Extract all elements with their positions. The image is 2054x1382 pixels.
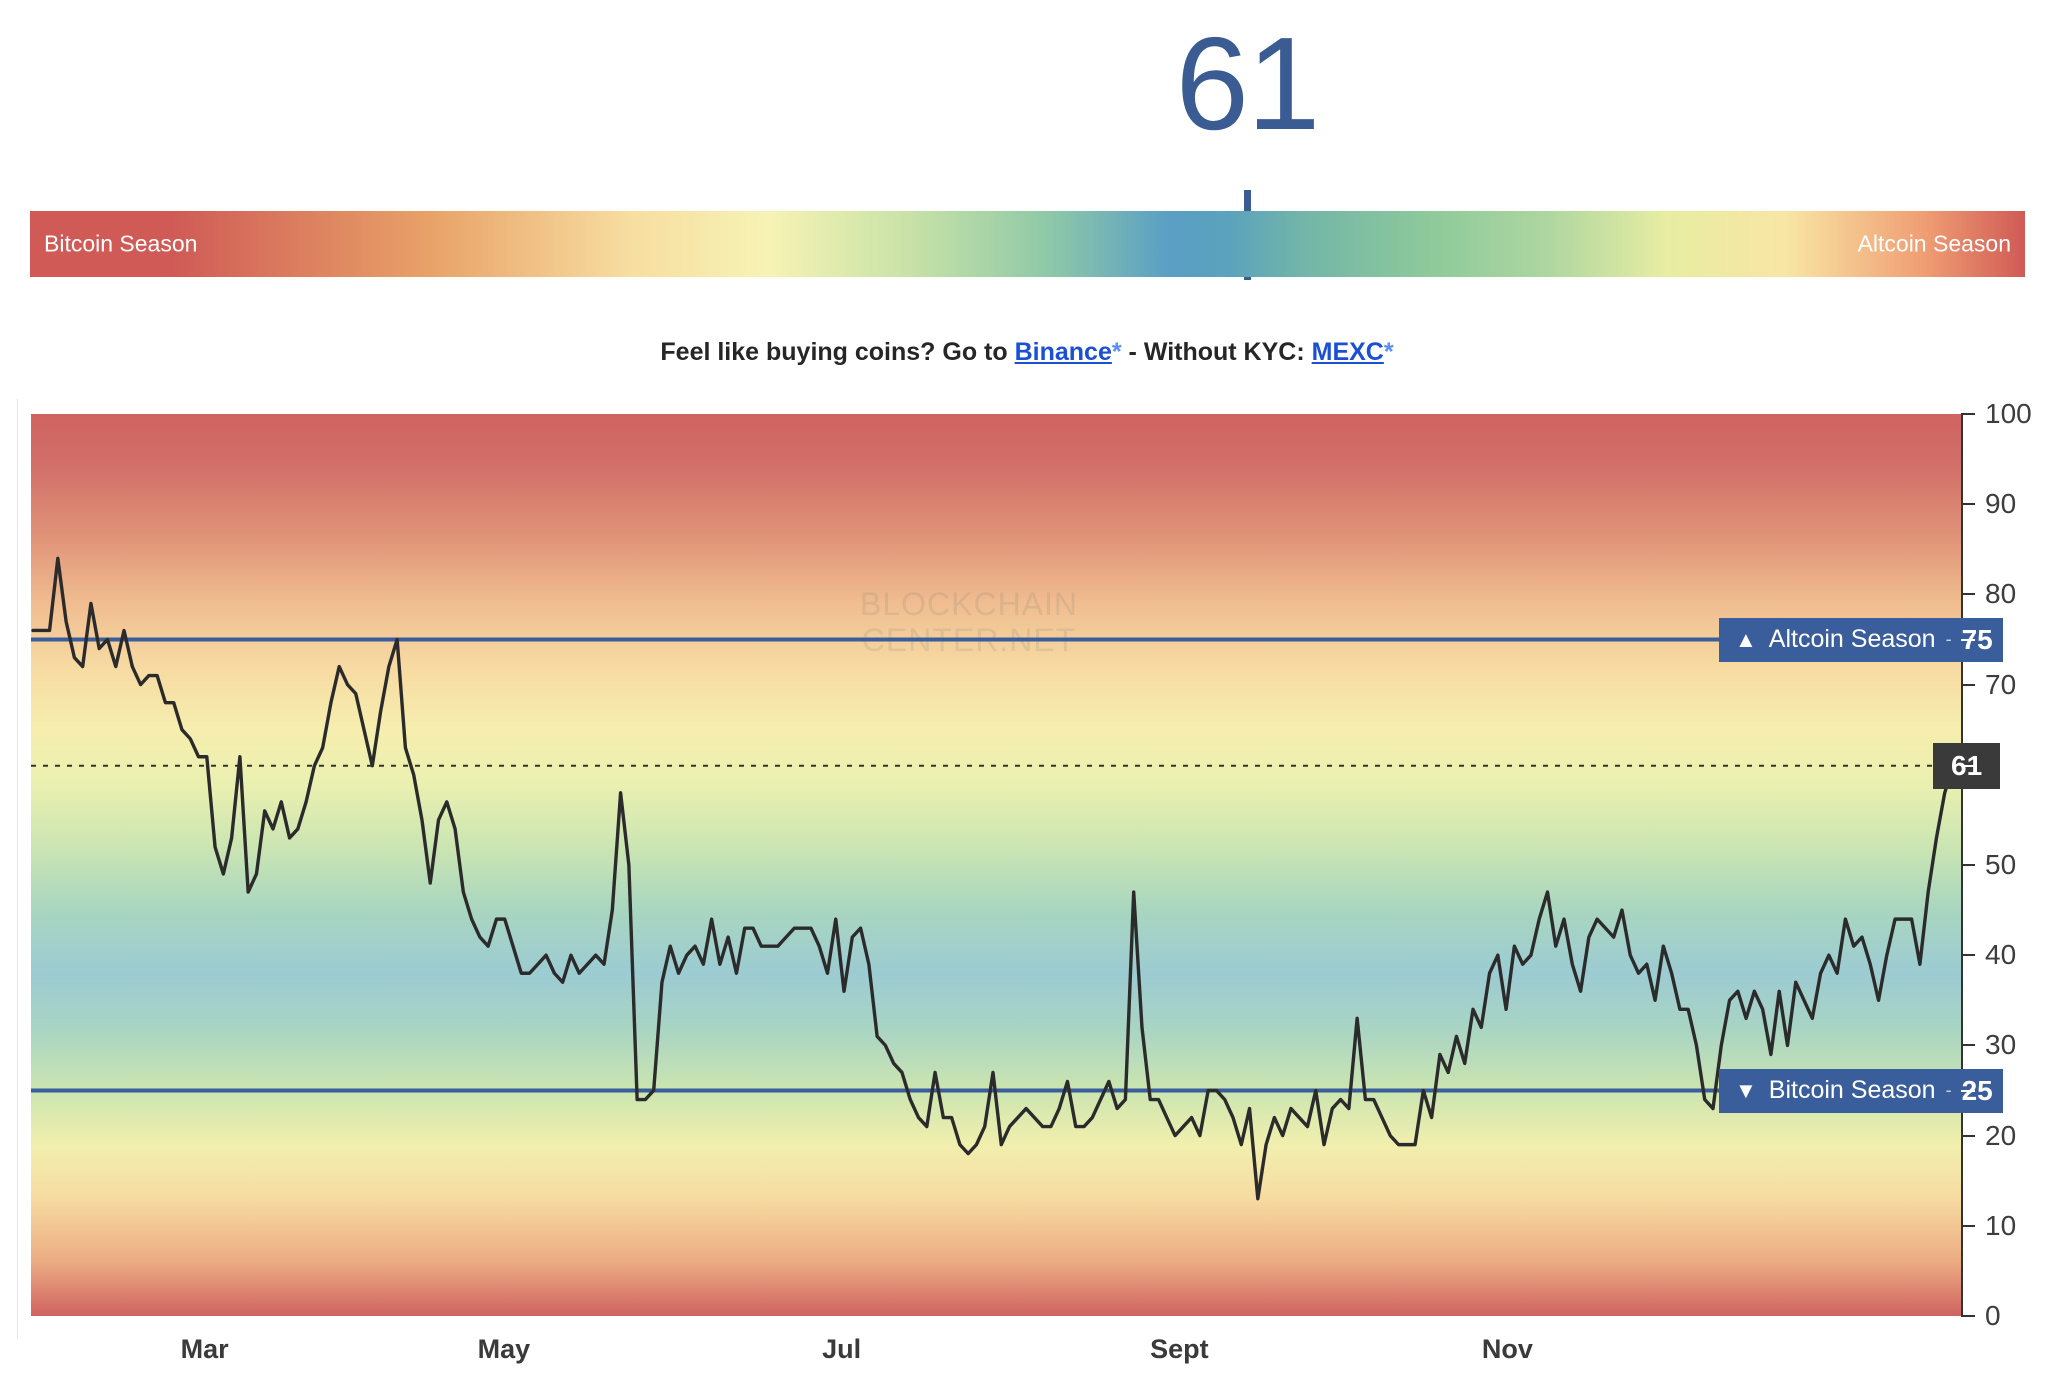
y-axis-tick: [1961, 1044, 1975, 1047]
bitcoin-threshold-label: Bitcoin Season: [1768, 1076, 1936, 1104]
promo-prefix: Feel like buying coins? Go to: [660, 338, 1015, 366]
bitcoin-threshold-dash: -: [1945, 1080, 1952, 1100]
bitcoin-season-bar-label: Bitcoin Season: [44, 230, 198, 257]
y-axis-label: 100: [1985, 398, 2032, 429]
x-axis-label: May: [477, 1334, 531, 1364]
triangle-down-icon: ▼: [1735, 1077, 1757, 1103]
binance-link[interactable]: Binance: [1015, 338, 1112, 366]
altcoin-season-chart: BLOCKCHAIN CENTER.NET ▲ Altcoin Season -…: [31, 398, 2032, 1331]
y-axis-label: 80: [1985, 578, 2017, 610]
y-axis-tick: [1961, 413, 1975, 415]
y-axis-tick-highlighted: [1961, 638, 1975, 641]
altcoin-season-bar-label: Altcoin Season: [1857, 230, 2011, 257]
promo-middle: - Without KYC:: [1121, 338, 1312, 366]
x-axis-label: Jul: [822, 1334, 862, 1364]
y-axis-tick: [1961, 1134, 1975, 1137]
y-axis-tick: [1961, 593, 1975, 596]
y-axis-label: 10: [1985, 1209, 2017, 1241]
promo-line: Feel like buying coins? Go to Binance* -…: [0, 338, 2054, 367]
x-axis-label: Sept: [1150, 1334, 1209, 1364]
chart-plot-area: BLOCKCHAIN CENTER.NET: [31, 414, 1961, 1316]
y-axis-label: 20: [1985, 1119, 2017, 1151]
x-axis-label: Nov: [1481, 1334, 1533, 1364]
page-left-rule: [17, 399, 18, 1339]
y-axis-label: 70: [1985, 668, 2017, 700]
y-axis-tick: [1961, 1224, 1975, 1227]
y-axis: 0 10 20 30 40 50 70 80 90 100: [1961, 398, 2054, 1331]
y-axis-label: 50: [1985, 849, 2017, 880]
y-axis-tick-highlighted: [1961, 764, 1975, 767]
chart-svg: [31, 556, 1961, 1201]
y-axis-label: 30: [1985, 1029, 2017, 1061]
y-axis-tick: [1961, 864, 1975, 866]
x-axis-label: Mar: [180, 1334, 229, 1364]
y-axis-tick: [1961, 1315, 1975, 1317]
triangle-up-icon: ▲: [1735, 626, 1757, 652]
mexc-link[interactable]: MEXC: [1312, 338, 1384, 366]
index-line-series: [31, 556, 1955, 1201]
y-axis-label: 0: [1985, 1300, 2001, 1331]
binance-link-asterisk: *: [1111, 338, 1122, 366]
x-axis: Mar May Jul Sept Nov: [31, 1334, 1961, 1382]
index-value-container: 61: [0, 18, 2054, 168]
y-axis-tick: [1961, 683, 1975, 686]
threshold-lines: [31, 637, 1961, 1093]
altcoin-threshold-dash: -: [1945, 629, 1952, 649]
index-value: 61: [1175, 10, 1321, 157]
altcoin-threshold-label: Altcoin Season: [1768, 625, 1936, 653]
y-axis-tick: [1961, 503, 1975, 506]
season-gradient-bar: Bitcoin Season Altcoin Season: [30, 211, 2025, 277]
y-axis-tick-highlighted: [1961, 1089, 1975, 1092]
y-axis-label: 90: [1985, 488, 2017, 520]
mexc-link-asterisk: *: [1383, 338, 1394, 366]
y-axis-label: 40: [1985, 939, 2017, 971]
y-axis-tick: [1961, 954, 1975, 957]
